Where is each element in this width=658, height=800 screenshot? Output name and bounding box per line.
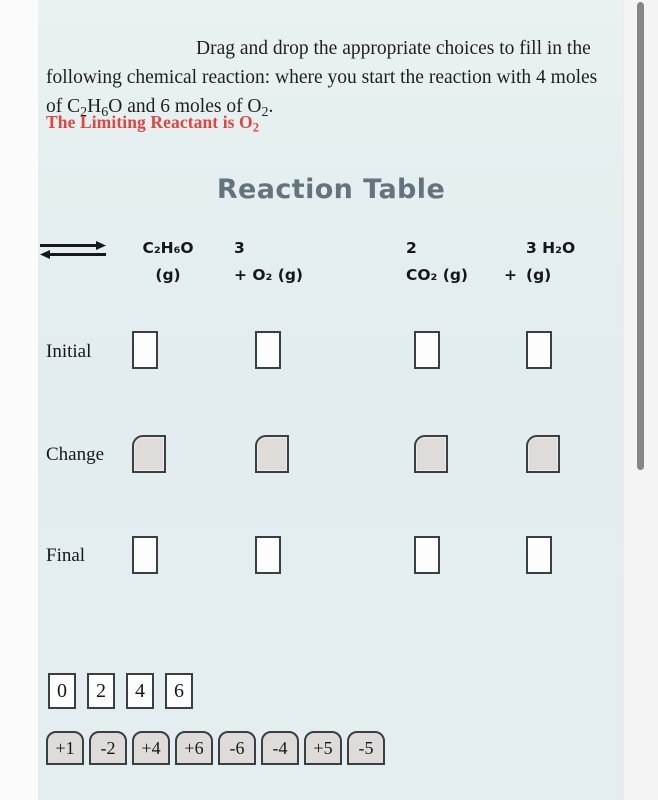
app-root: Drag and drop the appropriate choices to… [0,0,658,800]
equation-product-2-formula: 3 H₂O [526,239,576,257]
equation-reactant-2: 3 + O₂ (g) [234,238,344,285]
page-title: Reaction Table [216,174,446,205]
left-gutter [0,0,38,800]
equation-reactant-2-coefficient: 3 [234,239,245,257]
equilibrium-arrow-icon [38,238,108,262]
equation-product-1-formula: CO₂ (g) [406,266,468,284]
equation-product-1-coefficient: 2 [406,239,417,257]
vertical-scrollbar[interactable] [623,0,658,800]
change-cell-product-1[interactable] [414,435,448,473]
equation-reactant-1: C₂H₆O (g) [128,238,208,285]
initial-cell-reactant-1[interactable] [132,331,158,369]
change-cell-product-2[interactable] [526,435,560,473]
scrollbar-thumb[interactable] [637,2,644,470]
equation-reactant-1-formula: C₂H₆O [142,239,194,257]
equation-product-2: 3 H₂O (g) [526,238,616,285]
final-cell-product-2[interactable] [526,536,552,574]
row-label-change: Change [46,444,105,465]
initial-cell-reactant-2[interactable] [255,331,281,369]
choice-chip-number-2[interactable]: 4 [126,673,154,709]
choice-chip-delta-0[interactable]: +1 [46,731,84,765]
equation-product-2-state: (g) [526,266,552,284]
limiting-reactant-subscript: 2 [252,120,260,135]
final-cell-reactant-2[interactable] [255,536,281,574]
instructions-sub-3: 2 [261,103,269,120]
choice-chip-number-1[interactable]: 2 [87,673,115,709]
row-label-final: Final [46,545,86,566]
change-cell-reactant-1[interactable] [132,435,166,473]
initial-cell-product-2[interactable] [526,331,552,369]
choice-chip-delta-3[interactable]: +6 [175,731,213,765]
change-cell-reactant-2[interactable] [255,435,289,473]
choice-chip-number-0[interactable]: 0 [48,673,76,709]
choice-chip-delta-2[interactable]: +4 [132,731,170,765]
limiting-reactant-statement: The Limiting Reactant is O2 [46,112,259,136]
choice-chip-delta-6[interactable]: +5 [304,731,342,765]
worksheet-content: Drag and drop the appropriate choices to… [38,0,624,800]
final-cell-reactant-1[interactable] [132,536,158,574]
choice-chip-delta-1[interactable]: -2 [89,731,127,765]
reaction-equation-header: C₂H₆O (g) 3 + O₂ (g) 2 CO₂ (g) + 3 H₂O (… [38,238,624,298]
initial-cell-product-1[interactable] [414,331,440,369]
instructions-text-4: . [268,95,274,117]
limiting-reactant-text: The Limiting Reactant is O [46,112,253,132]
equation-plus-sign-2: + [504,266,517,284]
choice-chip-delta-4[interactable]: -6 [218,731,256,765]
choice-chip-delta-7[interactable]: -5 [347,731,385,765]
final-cell-product-1[interactable] [414,536,440,574]
equation-product-1: 2 CO₂ (g) [406,238,516,285]
choice-chip-number-3[interactable]: 6 [165,673,193,709]
row-label-initial: Initial [46,341,92,362]
equation-reactant-2-formula: + O₂ (g) [234,266,304,284]
choice-chip-delta-5[interactable]: -4 [261,731,299,765]
equation-reactant-1-state: (g) [155,266,181,284]
